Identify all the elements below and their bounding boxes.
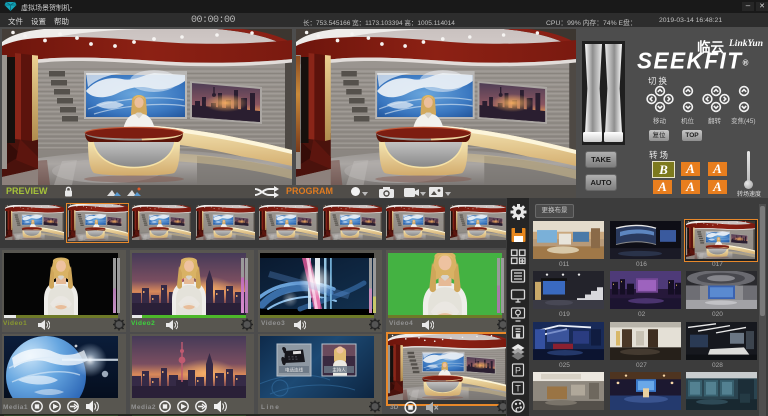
svg-text:主持人: 主持人 (332, 367, 346, 374)
svg-text:P: P (515, 366, 521, 376)
svg-text:电话连线: 电话连线 (285, 367, 303, 374)
svg-text:T: T (515, 384, 521, 394)
